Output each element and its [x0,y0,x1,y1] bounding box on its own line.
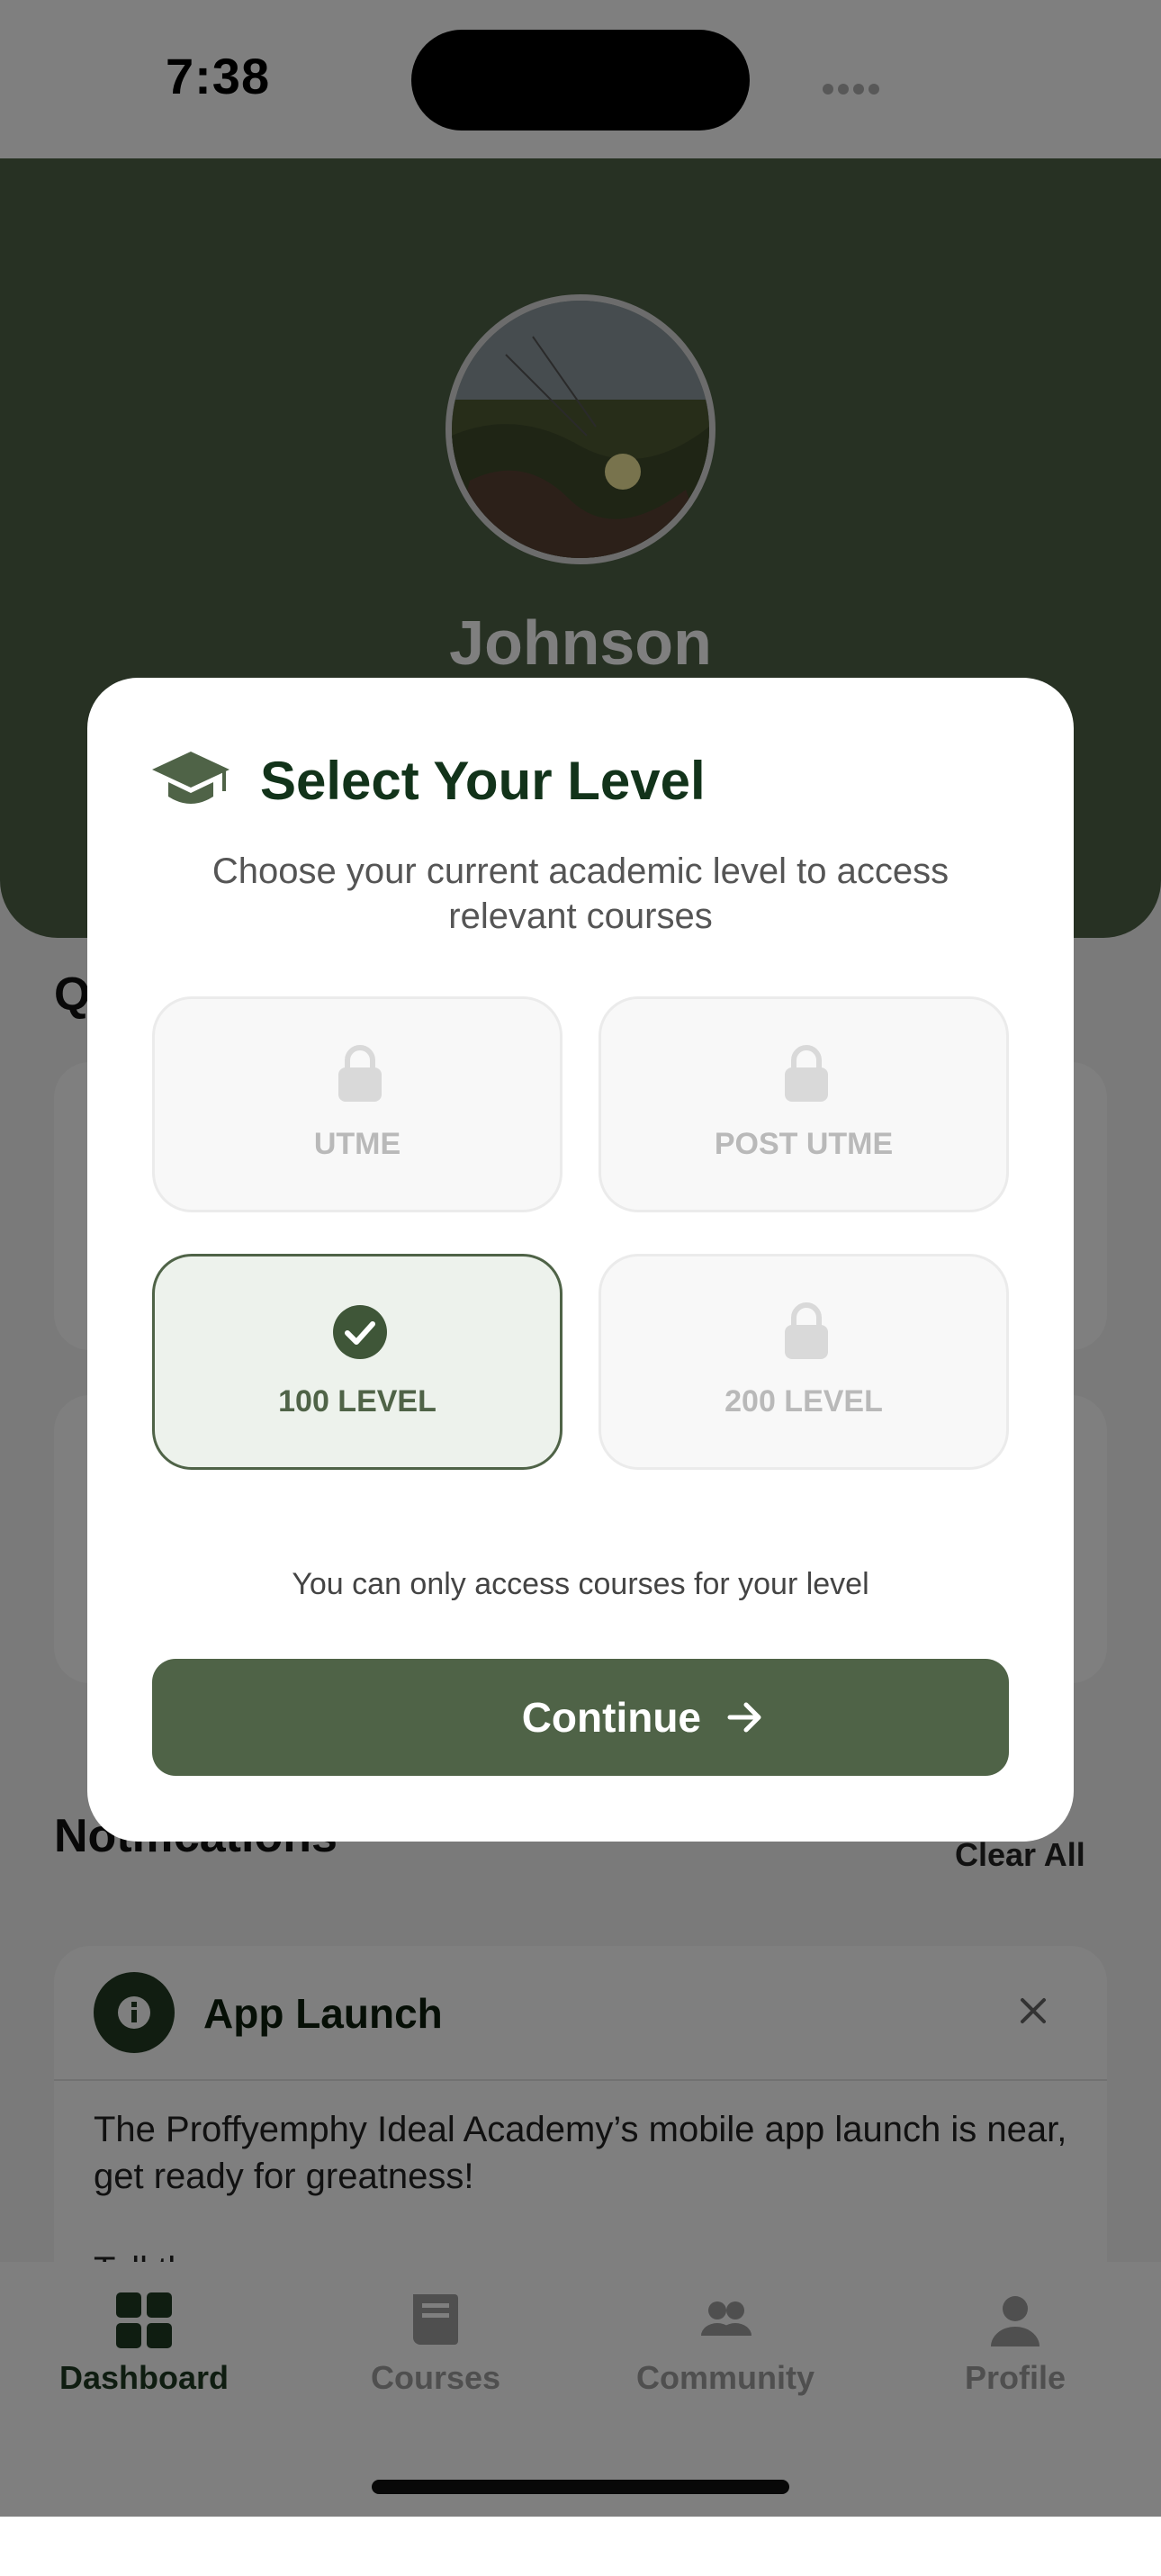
level-option-100-level[interactable]: 100 LEVEL [152,1254,562,1470]
level-label: UTME [313,1127,401,1161]
level-label: POST UTME [714,1127,894,1161]
check-circle-icon [333,1305,387,1359]
level-label: 100 LEVEL [278,1384,436,1419]
modal-subtitle: Choose your current academic level to ac… [212,851,950,936]
modal-title: Select Your Level [260,751,706,811]
continue-button[interactable]: Continue [152,1659,1009,1776]
lock-icon [338,1045,382,1102]
lock-icon [785,1045,828,1102]
level-note: You can only access courses for your lev… [292,1567,869,1601]
level-option-200-level[interactable]: 200 LEVEL [598,1254,1009,1470]
level-option-utme[interactable]: UTME [152,996,562,1212]
level-label: 200 LEVEL [724,1384,883,1419]
arrow-right-icon [727,1702,761,1733]
level-select-modal: Select Your Level Choose your current ac… [87,678,1074,1842]
screen: 7:38 Johnson Q Notifications Clear [0,0,1161,2576]
level-option-post-utme[interactable]: POST UTME [598,996,1009,1212]
graduation-cap-icon [152,752,230,804]
lock-icon [785,1302,828,1359]
continue-label: Continue [521,1694,701,1741]
